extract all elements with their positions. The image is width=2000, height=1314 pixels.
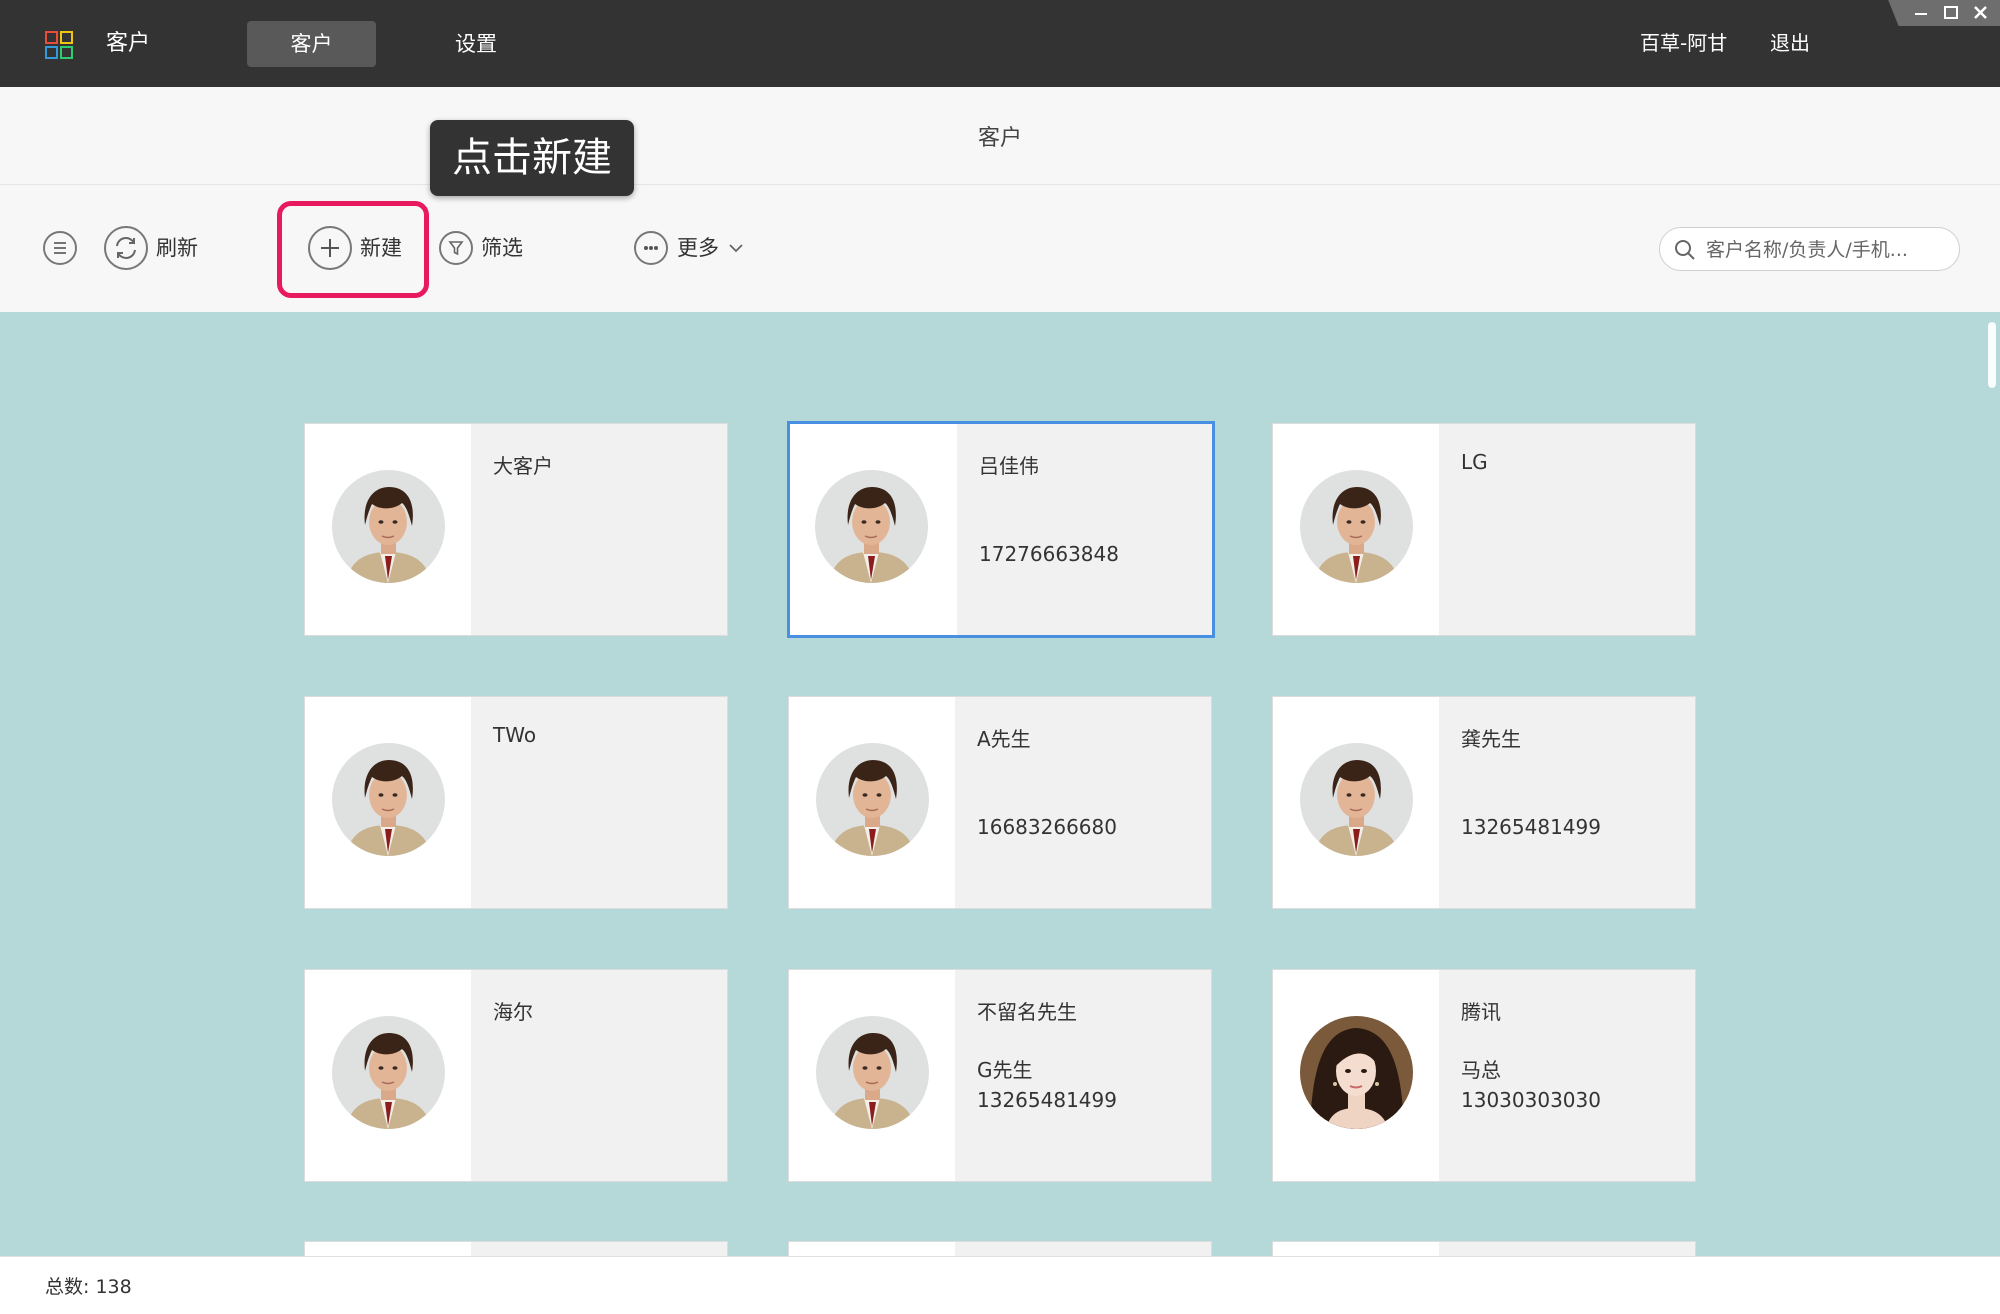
- new-tooltip: 点击新建: [430, 120, 634, 196]
- customer-card[interactable]: [788, 1241, 1212, 1256]
- refresh-button[interactable]: [104, 226, 148, 270]
- page-header: 客户: [0, 87, 2000, 185]
- logout-button[interactable]: 退出: [1770, 27, 1810, 59]
- customer-name: 龚先生: [1461, 727, 1521, 751]
- customer-card[interactable]: [1272, 1241, 1696, 1256]
- user-name[interactable]: 百草-阿甘: [1640, 27, 1727, 59]
- avatar: [816, 1016, 929, 1129]
- app-name: 客户: [106, 31, 151, 56]
- customer-contact: G先生: [977, 1058, 1033, 1082]
- filter-icon: [448, 241, 464, 256]
- avatar: [332, 1016, 445, 1129]
- customer-phone: 13265481499: [1461, 815, 1601, 839]
- customer-card[interactable]: 海尔: [304, 969, 728, 1182]
- avatar: [1300, 1016, 1413, 1129]
- customer-contact: 马总: [1461, 1058, 1501, 1082]
- customer-card[interactable]: TWo: [304, 696, 728, 909]
- page-title: 客户: [977, 126, 1022, 151]
- minimize-icon[interactable]: [1906, 0, 1936, 26]
- close-icon[interactable]: [1966, 0, 1996, 26]
- chevron-down-icon[interactable]: [727, 240, 745, 256]
- customer-card[interactable]: A先生 16683266680: [788, 696, 1212, 909]
- more-button[interactable]: [634, 231, 668, 265]
- total-count: 总数: 138: [45, 1272, 132, 1299]
- search-icon: [1675, 240, 1695, 260]
- customer-name: 大客户: [493, 454, 553, 478]
- customer-name: 吕佳伟: [979, 454, 1039, 478]
- app-grid-icon: [45, 31, 73, 59]
- menu-button[interactable]: [43, 231, 77, 265]
- customer-card[interactable]: 龚先生 13265481499: [1272, 696, 1696, 909]
- title-bar: 客户 客户 设置 百草-阿甘 退出: [0, 0, 2000, 87]
- search-input[interactable]: [1704, 234, 1948, 266]
- menu-icon: [54, 242, 66, 254]
- search-box: [1659, 227, 1960, 271]
- tab-customers[interactable]: 客户: [247, 21, 376, 67]
- status-footer: 总数: 138: [0, 1256, 2000, 1314]
- filter-button[interactable]: [439, 231, 473, 265]
- customer-card[interactable]: 腾讯 马总 13030303030: [1272, 969, 1696, 1182]
- filter-label[interactable]: 筛选: [481, 233, 523, 263]
- refresh-icon: [116, 237, 136, 259]
- total-label: 总数:: [45, 1276, 90, 1298]
- customer-card[interactable]: 吕佳伟 17276663848: [787, 421, 1215, 638]
- refresh-label[interactable]: 刷新: [156, 233, 198, 263]
- customer-name: TWo: [493, 723, 537, 747]
- avatar: [332, 743, 445, 856]
- customer-card[interactable]: 大客户: [304, 423, 728, 636]
- customer-name: LG: [1461, 450, 1488, 474]
- customer-name: 腾讯: [1461, 1000, 1501, 1024]
- customer-name: A先生: [977, 727, 1031, 751]
- scrollbar-thumb[interactable]: [1988, 322, 1996, 388]
- avatar: [1300, 470, 1413, 583]
- customer-card[interactable]: [304, 1241, 728, 1256]
- customer-phone: 13030303030: [1461, 1088, 1601, 1112]
- avatar: [815, 470, 928, 583]
- customer-phone: 13265481499: [977, 1088, 1117, 1112]
- maximize-icon[interactable]: [1936, 0, 1966, 26]
- customer-card[interactable]: 不留名先生 G先生 13265481499: [788, 969, 1212, 1182]
- avatar: [332, 470, 445, 583]
- window-controls: [1888, 0, 2000, 26]
- avatar: [1300, 743, 1413, 856]
- more-dots-icon: [644, 246, 658, 250]
- tab-settings[interactable]: 设置: [430, 21, 522, 67]
- more-label[interactable]: 更多: [677, 233, 719, 263]
- customer-phone: 17276663848: [979, 542, 1119, 566]
- customer-card[interactable]: LG: [1272, 423, 1696, 636]
- avatar: [816, 743, 929, 856]
- customer-name: 不留名先生: [977, 1000, 1077, 1024]
- customer-name: 海尔: [493, 1000, 533, 1024]
- total-value: 138: [95, 1276, 132, 1298]
- new-button-highlight: [277, 201, 429, 298]
- customer-phone: 16683266680: [977, 815, 1117, 839]
